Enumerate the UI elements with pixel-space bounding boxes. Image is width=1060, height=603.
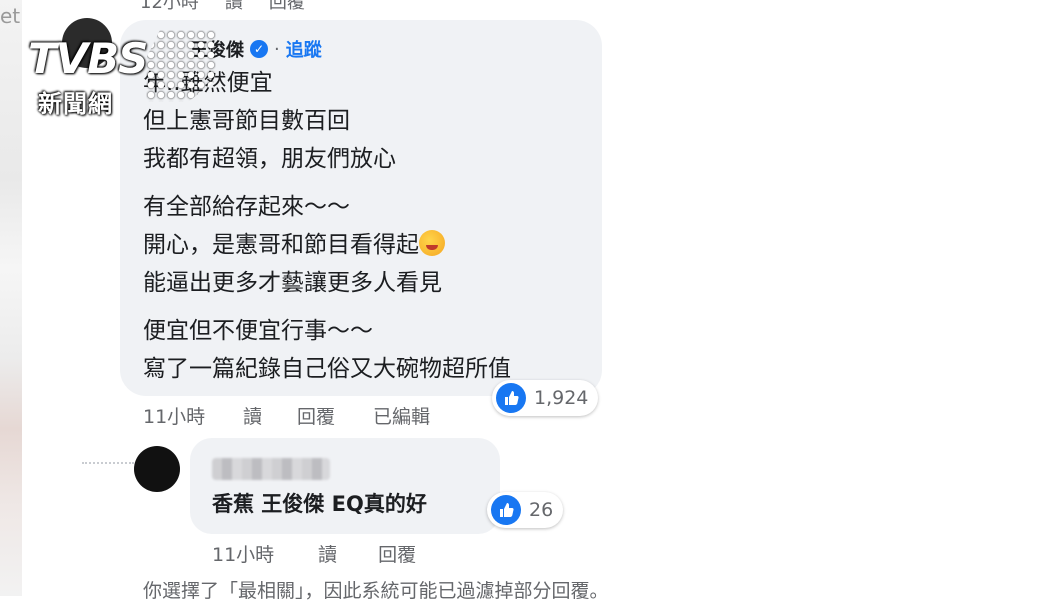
edited-label: 已編輯: [373, 406, 431, 428]
reaction-summary[interactable]: 1,924: [492, 380, 599, 416]
reply-read-button[interactable]: 讀: [318, 540, 372, 567]
separator: ·: [274, 38, 280, 60]
tvbs-watermark-logo: TVBS 新聞網: [28, 30, 216, 120]
comment-meta: 11小時 讀 回覆 已編輯: [143, 402, 430, 429]
logo-subtitle: 新聞網: [38, 90, 113, 118]
comment-line-with-emoji: 開心，是憲哥和節目看得起: [143, 226, 511, 264]
reply-avatar[interactable]: [134, 446, 180, 492]
follow-button[interactable]: 追蹤: [286, 36, 322, 62]
background-strip: et: [0, 0, 22, 596]
reaction-count: 1,924: [534, 387, 589, 409]
like-icon: [491, 495, 521, 525]
previous-comment-read[interactable]: 讀: [225, 0, 243, 14]
reply-button[interactable]: 回覆: [297, 402, 373, 429]
comment-line: 我都有超領，朋友們放心: [143, 146, 396, 172]
comment-line-text: 開心，是憲哥和節目看得起: [143, 232, 419, 258]
comment-line: 能逼出更多才藝讓更多人看見: [143, 270, 442, 296]
verified-badge-icon: ✓: [250, 40, 268, 58]
previous-comment-meta: 12小時 讀 回覆: [140, 0, 305, 14]
reply-time[interactable]: 11小時: [212, 540, 312, 567]
like-icon: [496, 383, 526, 413]
comment-paragraph: 有全部給存起來～～ 開心，是憲哥和節目看得起 能逼出更多才藝讓更多人看見: [143, 188, 511, 302]
thread-connector: [82, 462, 134, 466]
reply-reply-button[interactable]: 回覆: [378, 540, 416, 567]
reply-reaction-count: 26: [529, 499, 554, 521]
comment-line: 便宜但不便宜行事～～: [143, 318, 373, 344]
previous-comment-time: 12小時: [140, 0, 199, 13]
reply-bubble: [190, 438, 500, 534]
reply-text: 香蕉 王俊傑 EQ真的好: [212, 492, 427, 516]
comment-line: 寫了一篇紀錄自己俗又大碗物超所值: [143, 356, 511, 382]
reply-reaction-summary[interactable]: 26: [487, 492, 564, 528]
logo-wordmark: TVBS: [28, 34, 148, 83]
comment-line: 有全部給存起來～～: [143, 194, 350, 220]
read-button[interactable]: 讀: [243, 402, 297, 429]
filter-notice: 你選擇了「最相關」，因此系統可能已過濾掉部分回覆。: [143, 580, 609, 602]
background-text: et: [0, 4, 21, 28]
reply-meta: 11小時 讀 回覆: [212, 540, 416, 567]
comment-paragraph: 便宜但不便宜行事～～ 寫了一篇紀錄自己俗又大碗物超所值: [143, 312, 511, 388]
comment-time[interactable]: 11小時: [143, 402, 243, 429]
previous-comment-reply[interactable]: 回覆: [269, 0, 305, 14]
blurred-reply-author: [212, 458, 330, 480]
logo-dots-decoration: [146, 30, 216, 102]
heart-face-emoji-icon: [419, 230, 445, 256]
